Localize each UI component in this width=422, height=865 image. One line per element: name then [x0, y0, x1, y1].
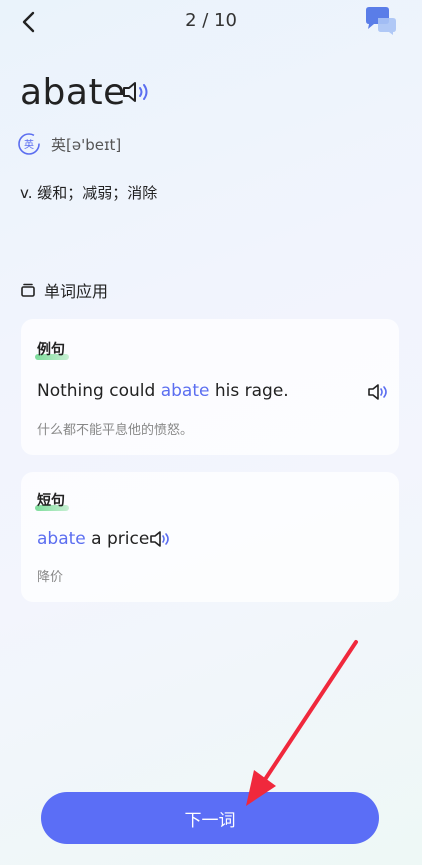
section-title-label: 单词应用	[44, 282, 109, 301]
card-tag-label: 例句	[37, 342, 65, 358]
svg-text:英: 英	[24, 138, 34, 151]
next-word-button[interactable]: 下一词	[41, 792, 379, 844]
phrase-text: abate a price	[37, 529, 149, 549]
phrase-keyword: abate	[37, 529, 86, 549]
phonetic-row[interactable]: 英 英[ə'beɪt]	[17, 131, 121, 157]
card-tag-label: 短句	[37, 493, 65, 509]
speaker-icon[interactable]	[121, 80, 151, 104]
headword: abate	[20, 72, 126, 113]
top-bar: 2 / 10	[0, 0, 422, 44]
speaker-icon[interactable]	[149, 530, 171, 548]
example-sentence-card: 例句 Nothing could abate his rage. 什么都不能平息…	[21, 319, 399, 455]
sentence-keyword: abate	[160, 381, 210, 401]
card-tag: 短句	[35, 490, 69, 511]
phrase-translation: 降价	[37, 570, 64, 585]
sentence-translation: 什么都不能平息他的愤怒。	[37, 423, 194, 438]
speaker-icon[interactable]	[367, 383, 389, 401]
sentence-part: his rage.	[209, 381, 289, 401]
progress-indicator: 2 / 10	[185, 10, 237, 31]
phonetic-badge-icon: 英	[18, 133, 40, 155]
sentence-part: Nothing could	[37, 381, 161, 401]
chat-bubbles-icon[interactable]	[364, 6, 398, 36]
card-tag: 例句	[35, 339, 69, 360]
phrase-card: 短句 abate a price 降价	[21, 472, 399, 602]
example-sentence: Nothing could abate his rage.	[37, 381, 289, 401]
phrase-part: a price	[85, 529, 150, 549]
section-title: 单词应用	[20, 278, 108, 302]
card-stack-icon	[21, 283, 35, 297]
word-meaning: v. 缓和；减弱；消除	[20, 184, 158, 202]
phonetic-text: 英[ə'beɪt]	[51, 135, 122, 154]
